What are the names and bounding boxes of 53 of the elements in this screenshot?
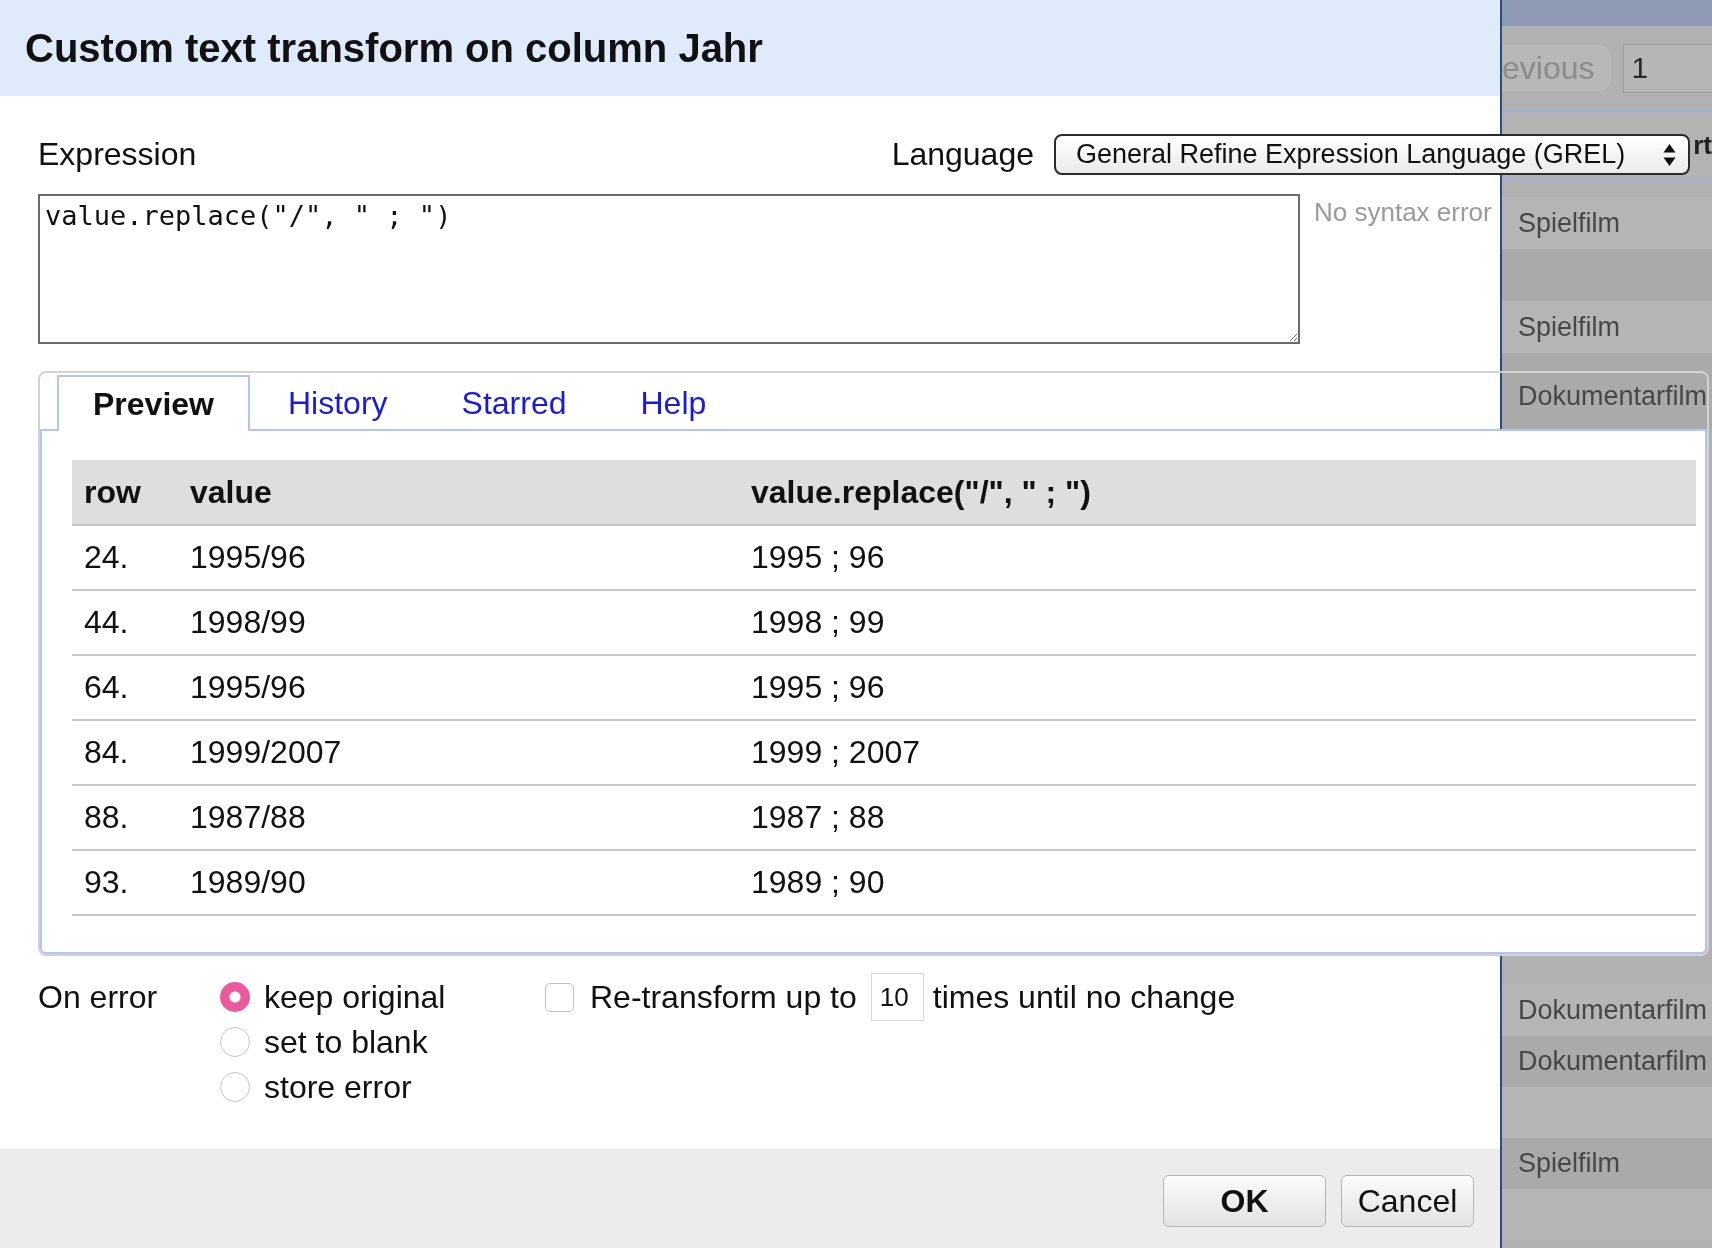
repeat-count-field[interactable]: 10 <box>870 973 924 1021</box>
cancel-button[interactable]: Cancel <box>1341 1175 1474 1227</box>
table-cell: 1987 ; 88 <box>739 785 1696 850</box>
table-cell: Dokumentarfilm <box>1518 381 1708 412</box>
table-cell: 1995 ; 96 <box>739 525 1696 590</box>
table-cell: 1995 ; 96 <box>739 655 1696 720</box>
sort-arrows-icon <box>1663 142 1676 167</box>
radio-button[interactable] <box>220 1027 250 1057</box>
table-cell: 88. <box>72 785 178 850</box>
dialog-title: Custom text transform on column Jahr <box>25 25 763 71</box>
table-cell: 24. <box>72 525 178 590</box>
radio-button[interactable] <box>220 982 250 1012</box>
tab[interactable]: Help <box>604 375 743 429</box>
expression-field[interactable]: value.replace("/", " ; ") <box>38 194 1300 344</box>
table-cell: Spielfilm <box>1518 207 1621 239</box>
page-field[interactable]: 1 <box>1622 43 1712 93</box>
table-cell: Dokumentarfilm <box>1518 1046 1708 1077</box>
radio-button[interactable] <box>220 1072 250 1102</box>
table-cell: 1999/2007 <box>178 720 739 785</box>
tab[interactable]: History <box>251 375 424 429</box>
language-select[interactable]: General Refine Expression Language (GREL) <box>1054 134 1690 175</box>
table-cell: Spielfilm <box>1518 311 1621 343</box>
radio-label[interactable]: store error <box>264 1068 412 1106</box>
table-cell: 1998 ; 99 <box>739 590 1696 655</box>
field-label: times until no change <box>932 978 1236 1016</box>
table-cell: 1998/99 <box>178 590 739 655</box>
radio-label[interactable]: keep original <box>264 978 446 1016</box>
checkbox[interactable] <box>545 982 574 1012</box>
column-header: row <box>72 460 178 525</box>
field-label: Expression <box>38 136 198 173</box>
table-cell: Dokumentarfilm <box>1518 995 1708 1026</box>
column-header: value <box>178 460 739 525</box>
table-cell: 64. <box>72 655 178 720</box>
table-cell: 1995/96 <box>178 525 739 590</box>
tab[interactable]: Preview <box>57 375 250 431</box>
checkbox-label[interactable]: Re-transform up to <box>590 978 857 1016</box>
tab[interactable]: Starred <box>425 375 603 429</box>
table-cell: 1999 ; 2007 <box>739 720 1696 785</box>
field-label: On error <box>38 978 159 1016</box>
table-cell: 1989 ; 90 <box>739 850 1696 915</box>
column-header: rt <box>1693 130 1712 161</box>
table-cell: Spielfilm <box>1518 1148 1621 1179</box>
table-cell: 93. <box>72 850 178 915</box>
syntax-status: No syntax error <box>1314 197 1492 228</box>
column-header: value.replace("/", " ; ") <box>739 460 1696 525</box>
field-label: Language <box>891 136 1034 173</box>
table-cell: 1987/88 <box>178 785 739 850</box>
table-cell: 84. <box>72 720 178 785</box>
radio-label[interactable]: set to blank <box>264 1023 428 1061</box>
table-cell: 44. <box>72 590 178 655</box>
ok-button[interactable]: OK <box>1163 1175 1326 1227</box>
table-cell: 1989/90 <box>178 850 739 915</box>
table-cell: 1995/96 <box>178 655 739 720</box>
